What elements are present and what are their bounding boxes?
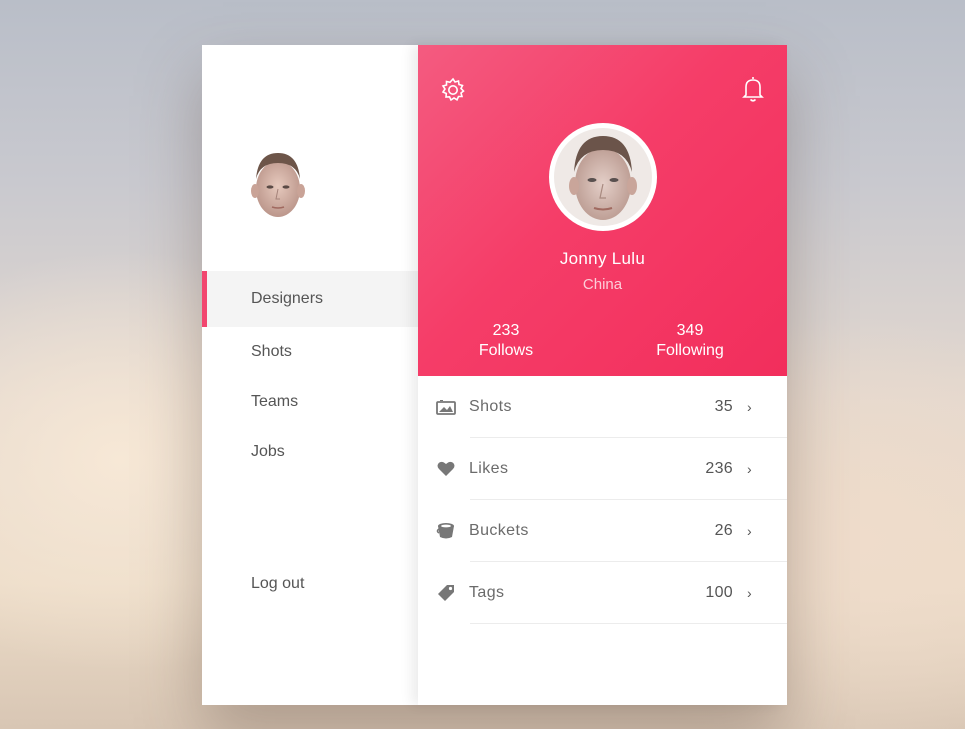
list-item-tags[interactable]: Tags 100 › [418,562,787,624]
sidebar-nav: Designers Shots Teams Jobs [202,271,418,477]
sidebar: Designers Shots Teams Jobs Log out [202,45,418,705]
list-item-likes[interactable]: Likes 236 › [418,438,787,500]
tag-icon [435,584,457,602]
sidebar-item-designers[interactable]: Designers [202,271,418,327]
list-item-count: 100 [705,584,733,601]
list-item-label: Likes [469,460,509,477]
sidebar-item-label: Jobs [251,443,285,460]
sidebar-item-jobs[interactable]: Jobs [202,427,418,477]
following-count: 349 [676,322,704,339]
gear-icon[interactable] [440,77,466,103]
following-label: Following [656,342,724,359]
chevron-right-icon: › [747,523,752,539]
sidebar-item-label: Shots [251,343,292,360]
list-item-shots[interactable]: Shots 35 › [418,376,787,438]
stats-list: Shots 35 › Likes 236 › Buckets 26 › Tags… [418,376,787,624]
follows-count: 233 [492,322,520,339]
following-stat[interactable]: 349 Following [650,321,730,361]
profile-location: China [582,276,623,293]
list-item-count: 26 [714,522,733,539]
list-item-buckets[interactable]: Buckets 26 › [418,500,787,562]
logout-button[interactable]: Log out [251,575,304,593]
profile-name: Jonny Lulu [559,249,646,268]
follows-stat[interactable]: 233 Follows [472,321,540,361]
list-item-label: Buckets [469,522,529,539]
bucket-icon [435,522,457,540]
profile-avatar[interactable] [549,123,657,231]
list-item-label: Tags [469,584,505,601]
chevron-right-icon: › [747,461,752,477]
gallery-icon [435,398,457,416]
sidebar-item-teams[interactable]: Teams [202,377,418,427]
background-frame: Designers Shots Teams Jobs Log out Jonny… [7,6,963,726]
chevron-right-icon: › [747,585,752,601]
heart-icon [435,460,457,478]
list-item-count: 236 [705,460,733,477]
sidebar-item-label: Teams [251,393,299,410]
sidebar-item-shots[interactable]: Shots [202,327,418,377]
profile-panel: Jonny Lulu China 233 Follows 349 Followi… [418,45,787,705]
follows-label: Follows [478,342,534,359]
sidebar-item-label: Designers [251,290,324,307]
chevron-right-icon: › [747,399,752,415]
profile-header: Jonny Lulu China 233 Follows 349 Followi… [418,45,787,376]
app-card: Designers Shots Teams Jobs Log out Jonny… [202,45,787,705]
list-item-count: 35 [714,398,733,415]
bell-icon[interactable] [741,75,765,103]
list-item-label: Shots [469,398,512,415]
sidebar-avatar[interactable] [246,145,310,225]
